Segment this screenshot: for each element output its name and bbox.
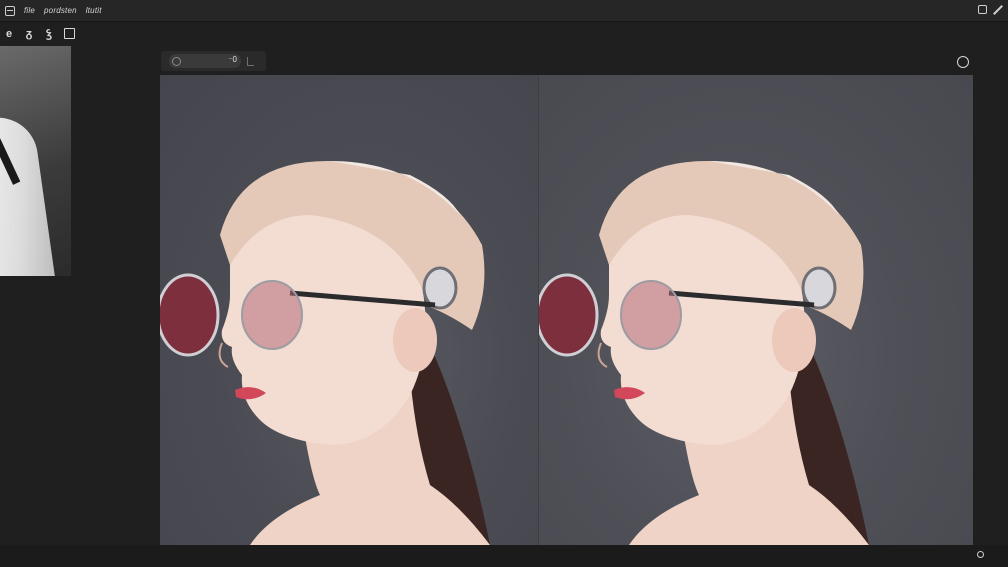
app-icon[interactable] — [5, 5, 15, 16]
lens-back — [241, 280, 303, 350]
nose — [597, 342, 608, 368]
lasso-tool-icon[interactable]: ꝣ — [42, 27, 56, 41]
image-viewport[interactable] — [160, 75, 973, 545]
ear — [393, 308, 437, 372]
menu-item-file[interactable]: file — [24, 6, 35, 15]
portrait-left — [160, 160, 490, 545]
image-pane-left — [160, 75, 539, 545]
lens-front — [160, 273, 220, 357]
image-pane-right — [539, 75, 973, 545]
zoom-icon — [172, 56, 181, 66]
pen-icon[interactable] — [993, 5, 1003, 15]
window-controls — [978, 5, 1003, 15]
lens-front — [539, 273, 599, 357]
menu-item-3[interactable]: ltutit — [86, 6, 102, 15]
zoom-value: ⁻0 — [228, 55, 237, 64]
status-bar — [0, 545, 1008, 567]
zoom-control[interactable]: ⁻0 — [169, 54, 241, 68]
nose — [218, 342, 229, 368]
tool-bar: e ᵹ ꝣ — [0, 22, 1008, 45]
panel-toggle-icon[interactable] — [978, 5, 987, 14]
thumbnail-shirt — [0, 112, 56, 276]
menu-item-2[interactable]: pordsten — [44, 6, 77, 15]
ear — [772, 308, 816, 372]
status-icon[interactable] — [977, 551, 984, 558]
lock-icon[interactable] — [247, 56, 254, 66]
frame-tool-icon[interactable] — [64, 28, 75, 39]
canvas-toolbar: ⁻0 — [161, 51, 266, 71]
menu-bar: file pordsten ltutit — [0, 0, 1008, 22]
portrait-right — [539, 160, 869, 545]
chat-icon[interactable] — [957, 56, 969, 68]
hand-tool-icon[interactable]: ᵹ — [22, 27, 36, 41]
lens-back — [620, 280, 682, 350]
edit-tool-icon[interactable]: e — [2, 27, 16, 41]
reference-thumbnail[interactable] — [0, 46, 71, 276]
